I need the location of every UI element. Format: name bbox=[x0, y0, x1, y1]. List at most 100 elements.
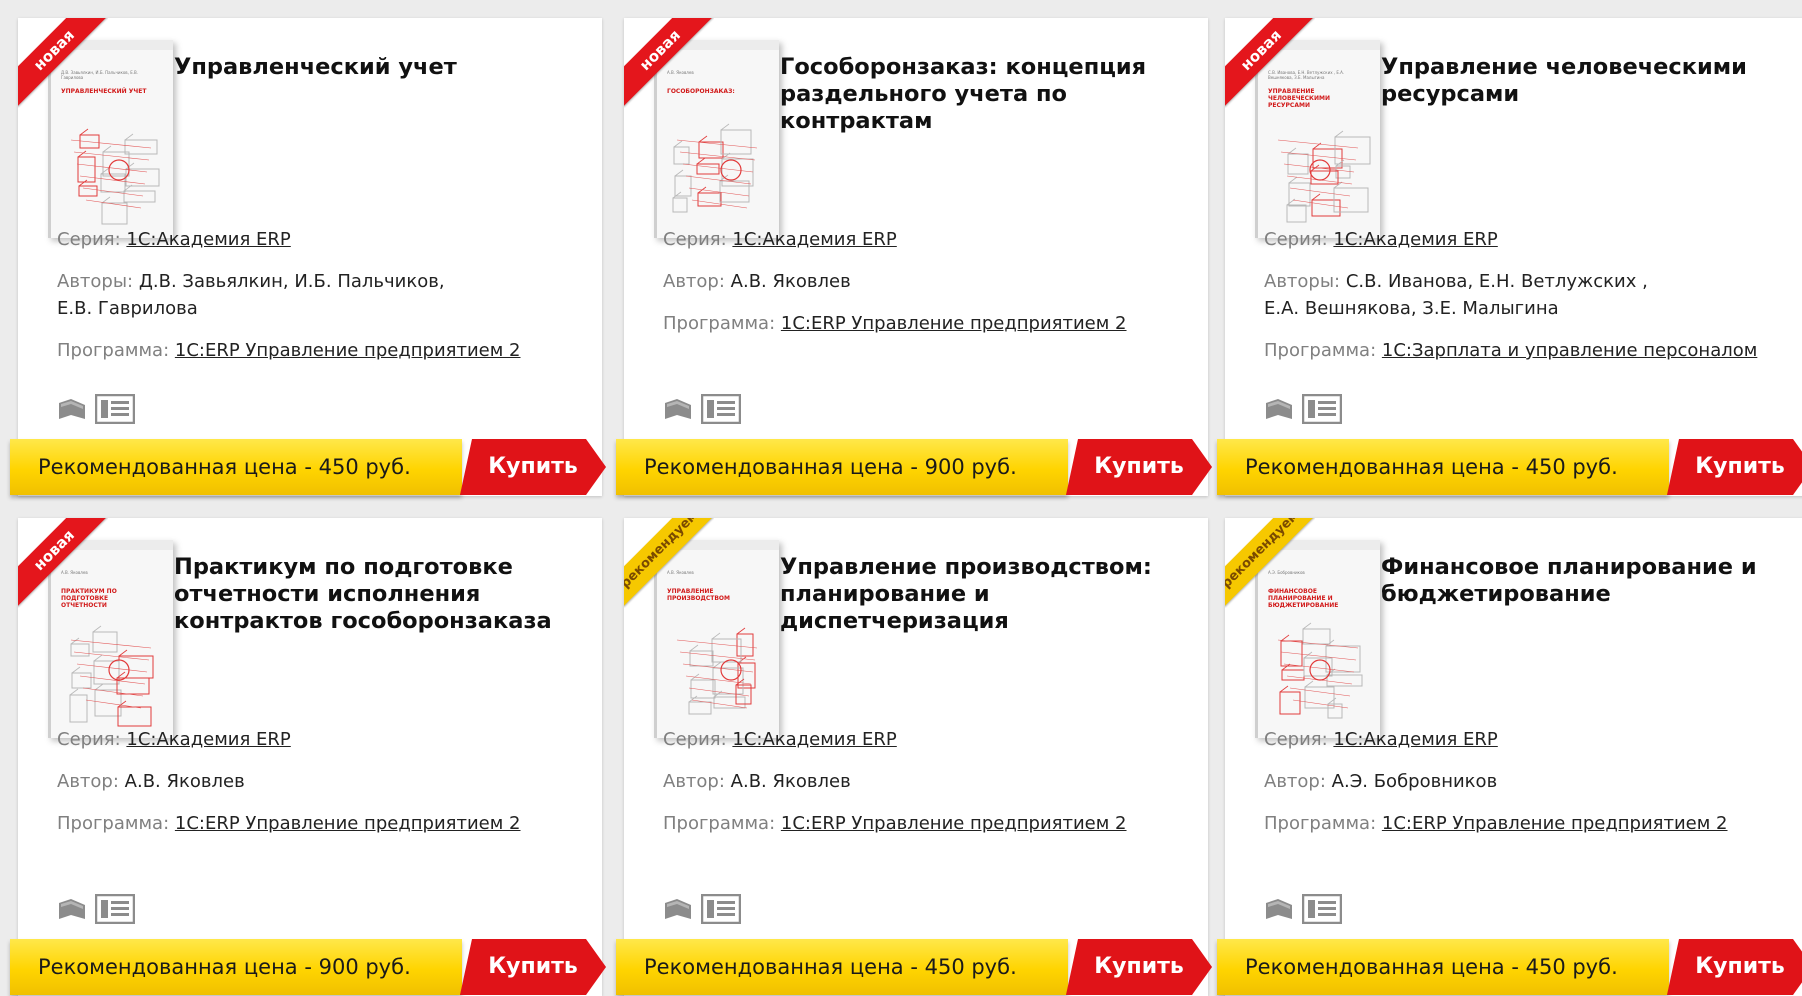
badge-ribbon: рекомендуем bbox=[1225, 518, 1315, 608]
description-icon[interactable] bbox=[1301, 393, 1343, 428]
book-icon[interactable] bbox=[663, 895, 693, 927]
badge-label: новая bbox=[18, 518, 108, 607]
program-link[interactable]: 1С:ERP Управление предприятием 2 bbox=[1382, 813, 1728, 834]
book-icon[interactable] bbox=[1264, 395, 1294, 427]
format-icons bbox=[57, 393, 143, 428]
series-link[interactable]: 1С:Академия ERP bbox=[732, 229, 896, 250]
buy-button[interactable]: Купить bbox=[460, 939, 606, 995]
series-link[interactable]: 1С:Академия ERP bbox=[126, 729, 290, 750]
series-label: Серия: bbox=[1264, 229, 1328, 250]
price-bar: Рекомендованная цена - 450 руб. bbox=[1217, 439, 1669, 495]
book-icon[interactable] bbox=[57, 395, 87, 427]
price-text: Рекомендованная цена - 450 руб. bbox=[1245, 455, 1618, 479]
book-title[interactable]: Финансовое планирование и бюджетирование bbox=[1381, 554, 1791, 608]
program-link[interactable]: 1С:ERP Управление предприятием 2 bbox=[175, 340, 521, 361]
description-icon[interactable] bbox=[1301, 893, 1343, 928]
price-bar: Рекомендованная цена - 450 руб. bbox=[10, 439, 462, 495]
buy-button[interactable]: Купить bbox=[1066, 439, 1212, 495]
buy-button[interactable]: Купить bbox=[460, 439, 606, 495]
price-text: Рекомендованная цена - 450 руб. bbox=[644, 955, 1017, 979]
price-text: Рекомендованная цена - 900 руб. bbox=[644, 455, 1017, 479]
format-icons bbox=[1264, 393, 1350, 428]
program-label: Программа: bbox=[57, 813, 170, 834]
book-catalog-grid: новая Д.В. Завьялкин, И.Б. Пальчиков, Е.… bbox=[0, 0, 1802, 996]
program-label: Программа: bbox=[1264, 340, 1377, 361]
format-icons bbox=[57, 893, 143, 928]
format-icons bbox=[663, 393, 749, 428]
badge-label: новая bbox=[1225, 18, 1315, 107]
book-title[interactable]: Гособоронзаказ: концепция раздельного уч… bbox=[780, 54, 1190, 135]
series-link[interactable]: 1С:Академия ERP bbox=[732, 729, 896, 750]
book-title[interactable]: Практикум по подготовке отчетности испол… bbox=[174, 554, 584, 635]
book-icon[interactable] bbox=[663, 395, 693, 427]
authors-value: А.В. Яковлев bbox=[124, 771, 245, 792]
program-row: Программа: 1С:ERP Управление предприятие… bbox=[57, 810, 597, 837]
program-row: Программа: 1С:Зарплата и управление перс… bbox=[1264, 337, 1802, 364]
program-label: Программа: bbox=[663, 313, 776, 334]
series-label: Серия: bbox=[663, 729, 727, 750]
series-row: Серия: 1С:Академия ERP bbox=[1264, 726, 1802, 753]
series-label: Серия: bbox=[57, 729, 121, 750]
book-card[interactable]: новая Д.В. Завьялкин, И.Б. Пальчиков, Е.… bbox=[10, 18, 606, 496]
book-card[interactable]: новая А.В. Яковлев Практикум по подготов… bbox=[10, 518, 606, 996]
program-link[interactable]: 1С:ERP Управление предприятием 2 bbox=[175, 813, 521, 834]
badge-ribbon: новая bbox=[1225, 18, 1315, 108]
series-label: Серия: bbox=[57, 229, 121, 250]
book-title[interactable]: Управленческий учет bbox=[174, 54, 584, 81]
program-row: Программа: 1С:ERP Управление предприятие… bbox=[663, 310, 1203, 337]
badge-label: новая bbox=[624, 18, 714, 107]
series-link[interactable]: 1С:Академия ERP bbox=[1333, 729, 1497, 750]
book-title[interactable]: Управление человеческими ресурсами bbox=[1381, 54, 1791, 108]
program-row: Программа: 1С:ERP Управление предприятие… bbox=[57, 337, 597, 364]
price-text: Рекомендованная цена - 450 руб. bbox=[38, 455, 411, 479]
program-label: Программа: bbox=[663, 813, 776, 834]
series-link[interactable]: 1С:Академия ERP bbox=[1333, 229, 1497, 250]
description-icon[interactable] bbox=[94, 393, 136, 428]
book-card[interactable]: рекомендуем А.Э. Бобровников Финансовое … bbox=[1217, 518, 1802, 996]
book-card[interactable]: новая А.В. Яковлев Гособоронзаказ: Гособ… bbox=[616, 18, 1212, 496]
price-text: Рекомендованная цена - 900 руб. bbox=[38, 955, 411, 979]
authors-label: Автор: bbox=[663, 771, 725, 792]
authors-value: А.В. Яковлев bbox=[730, 771, 851, 792]
book-icon[interactable] bbox=[57, 895, 87, 927]
program-row: Программа: 1С:ERP Управление предприятие… bbox=[1264, 810, 1802, 837]
book-card[interactable]: рекомендуем А.В. Яковлев Управление прои… bbox=[616, 518, 1212, 996]
authors-label: Автор: bbox=[57, 771, 119, 792]
buy-button[interactable]: Купить bbox=[1667, 439, 1802, 495]
series-row: Серия: 1С:Академия ERP bbox=[57, 226, 597, 253]
series-link[interactable]: 1С:Академия ERP bbox=[126, 229, 290, 250]
series-row: Серия: 1С:Академия ERP bbox=[1264, 226, 1802, 253]
buy-button[interactable]: Купить bbox=[1667, 939, 1802, 995]
badge-label: рекомендуем bbox=[1225, 518, 1315, 607]
authors-row: Автор: А.В. Яковлев bbox=[663, 768, 1203, 795]
series-row: Серия: 1С:Академия ERP bbox=[57, 726, 597, 753]
authors-row: Автор: А.В. Яковлев bbox=[57, 768, 597, 795]
program-link[interactable]: 1С:Зарплата и управление персоналом bbox=[1382, 340, 1757, 361]
authors-label: Автор: bbox=[1264, 771, 1326, 792]
series-label: Серия: bbox=[1264, 729, 1328, 750]
series-row: Серия: 1С:Академия ERP bbox=[663, 226, 1203, 253]
program-row: Программа: 1С:ERP Управление предприятие… bbox=[663, 810, 1203, 837]
series-row: Серия: 1С:Академия ERP bbox=[663, 726, 1203, 753]
description-icon[interactable] bbox=[700, 893, 742, 928]
authors-label: Автор: bbox=[663, 271, 725, 292]
program-link[interactable]: 1С:ERP Управление предприятием 2 bbox=[781, 813, 1127, 834]
format-icons bbox=[663, 893, 749, 928]
program-label: Программа: bbox=[57, 340, 170, 361]
price-bar: Рекомендованная цена - 450 руб. bbox=[616, 939, 1068, 995]
badge-ribbon: новая bbox=[624, 18, 714, 108]
badge-ribbon: рекомендуем bbox=[624, 518, 714, 608]
authors-row: Авторы: С.В. Иванова, Е.Н. Ветлужских , … bbox=[1264, 268, 1684, 322]
book-title[interactable]: Управление производством: планирование и… bbox=[780, 554, 1190, 635]
program-link[interactable]: 1С:ERP Управление предприятием 2 bbox=[781, 313, 1127, 334]
buy-button[interactable]: Купить bbox=[1066, 939, 1212, 995]
authors-row: Авторы: Д.В. Завьялкин, И.Б. Пальчиков, … bbox=[57, 268, 477, 322]
book-card[interactable]: новая С.В. Иванова, Е.Н. Ветлужских , Е.… bbox=[1217, 18, 1802, 496]
authors-row: Автор: А.Э. Бобровников bbox=[1264, 768, 1802, 795]
description-icon[interactable] bbox=[700, 393, 742, 428]
price-bar: Рекомендованная цена - 450 руб. bbox=[1217, 939, 1669, 995]
authors-value: А.В. Яковлев bbox=[730, 271, 851, 292]
authors-label: Авторы: bbox=[57, 271, 134, 292]
book-icon[interactable] bbox=[1264, 895, 1294, 927]
description-icon[interactable] bbox=[94, 893, 136, 928]
